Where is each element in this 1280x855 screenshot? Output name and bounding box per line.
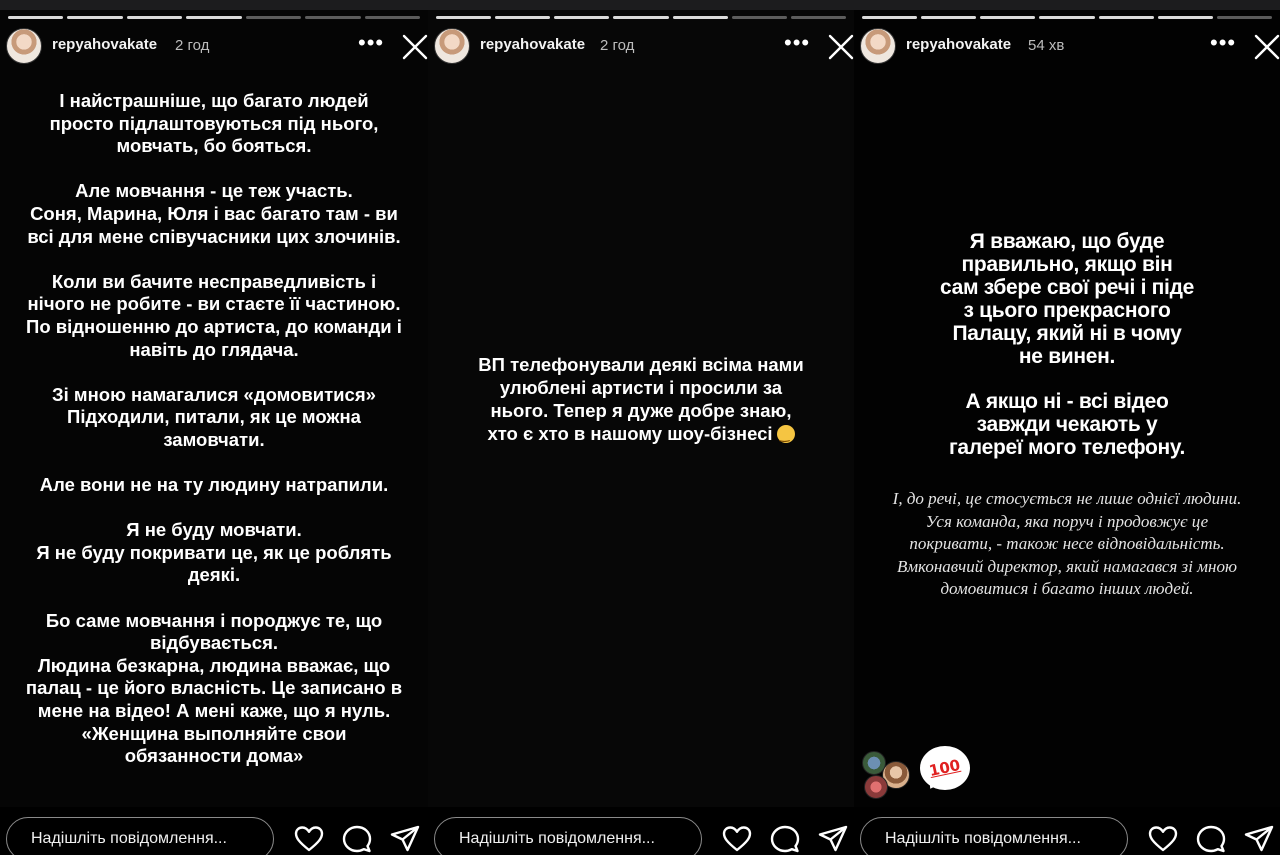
progress-segment — [8, 16, 64, 19]
progress-segment — [731, 16, 787, 19]
progress-segment — [186, 16, 242, 19]
story-text-block: ВП телефонували деякі всіма нами улюблен… — [428, 353, 854, 447]
close-icon[interactable] — [402, 34, 428, 60]
top-strip — [0, 0, 1280, 10]
avatar[interactable] — [860, 28, 896, 64]
username[interactable]: repyahovakate — [480, 36, 585, 53]
sticker-text: 100 — [927, 755, 963, 781]
more-options-icon[interactable]: ••• — [358, 30, 384, 56]
comment-bubble-icon[interactable] — [342, 824, 372, 854]
progress-segment — [921, 16, 977, 19]
post-time: 2 год — [600, 37, 635, 54]
progress-segment — [613, 16, 669, 19]
progress-segment — [554, 16, 610, 19]
story-progress-bar — [862, 16, 1272, 19]
progress-segment — [790, 16, 846, 19]
story-text-italic: І, до речі, це стосується не лише однієї… — [892, 489, 1242, 598]
reaction-avatar — [864, 775, 888, 799]
post-time: 2 год — [175, 37, 210, 54]
message-input[interactable] — [434, 817, 702, 855]
progress-segment — [1157, 16, 1213, 19]
progress-segment — [672, 16, 728, 19]
close-icon[interactable] — [1254, 34, 1280, 60]
close-icon[interactable] — [828, 34, 854, 60]
progress-segment — [495, 16, 551, 19]
comment-bubble-icon[interactable] — [1196, 824, 1226, 854]
story-text: І найстрашніше, що багато людей просто п… — [25, 90, 403, 767]
heart-icon[interactable] — [1148, 824, 1178, 854]
message-input[interactable] — [6, 817, 274, 855]
hundred-points-sticker: 100 — [920, 746, 970, 790]
paper-plane-icon[interactable] — [390, 824, 420, 854]
progress-segment — [364, 16, 420, 19]
reply-bar — [854, 807, 1280, 855]
story-text-main: Я вважаю, що буде правильно, якщо він са… — [939, 230, 1194, 368]
message-input[interactable] — [860, 817, 1128, 855]
progress-segment — [862, 16, 918, 19]
post-time: 54 хв — [1028, 37, 1065, 54]
heart-icon[interactable] — [722, 824, 752, 854]
story-panel-3: repyahovakate 54 хв ••• Я вважаю, що буд… — [854, 10, 1280, 855]
progress-segment — [1039, 16, 1095, 19]
relieved-face-emoji-icon — [776, 424, 795, 447]
story-text-second: А якщо ні - всі відео завжди чекають у г… — [948, 390, 1186, 459]
progress-segment — [1098, 16, 1154, 19]
story-header: repyahovakate 2 год ••• — [0, 28, 428, 66]
story-header: repyahovakate 54 хв ••• — [854, 28, 1280, 66]
progress-segment — [245, 16, 302, 19]
progress-segment — [126, 16, 183, 19]
story-progress-bar — [8, 16, 420, 19]
story-text: ВП телефонували деякі всіма нами улюблен… — [478, 354, 804, 444]
comment-bubble-icon[interactable] — [770, 824, 800, 854]
avatar[interactable] — [6, 28, 42, 64]
story-header: repyahovakate 2 год ••• — [428, 28, 854, 66]
heart-icon[interactable] — [294, 824, 324, 854]
reply-bar — [428, 807, 854, 855]
username[interactable]: repyahovakate — [52, 36, 157, 53]
username[interactable]: repyahovakate — [906, 36, 1011, 53]
story-panel-2: repyahovakate 2 год ••• ВП телефонували … — [428, 10, 854, 855]
progress-segment — [436, 16, 492, 19]
more-options-icon[interactable]: ••• — [1210, 30, 1236, 56]
story-panel-1: repyahovakate 2 год ••• І найстрашніше, … — [0, 10, 428, 855]
story-progress-bar — [436, 16, 846, 19]
progress-segment — [1216, 16, 1272, 19]
more-options-icon[interactable]: ••• — [784, 30, 810, 56]
progress-segment — [980, 16, 1036, 19]
paper-plane-icon[interactable] — [1244, 824, 1274, 854]
reaction-avatars[interactable] — [860, 745, 920, 801]
reply-bar — [0, 807, 428, 855]
paper-plane-icon[interactable] — [818, 824, 848, 854]
progress-segment — [305, 16, 361, 19]
progress-segment — [67, 16, 123, 19]
avatar[interactable] — [434, 28, 470, 64]
